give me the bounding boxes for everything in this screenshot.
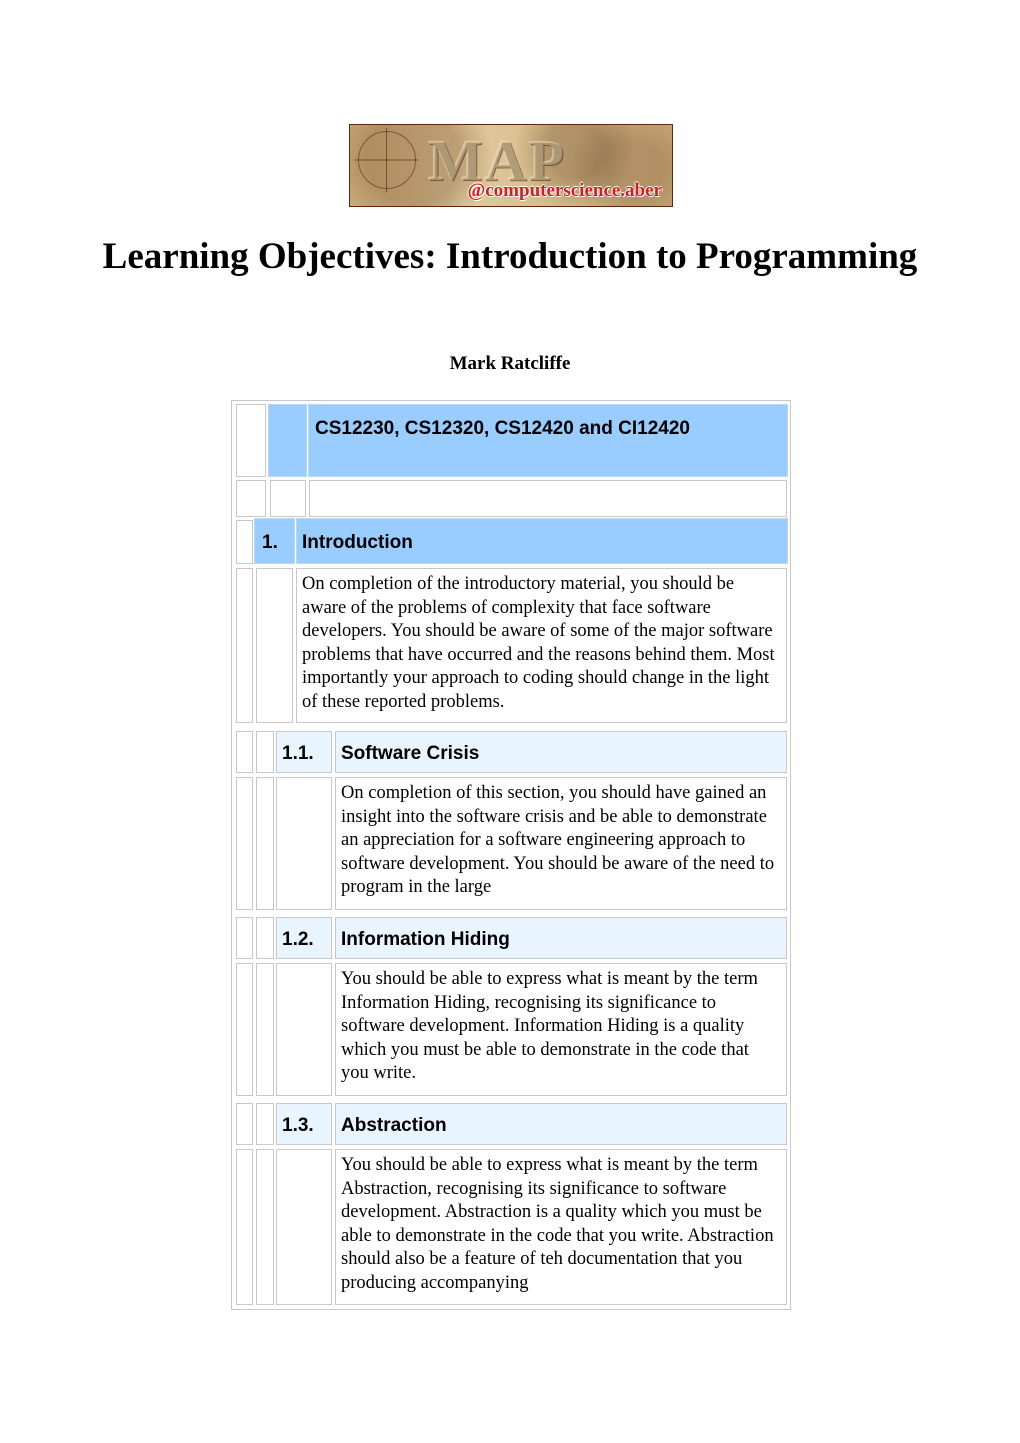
spacer-cell: [256, 731, 274, 773]
spacer-cell: [236, 404, 266, 477]
section-title: Information Hiding: [335, 917, 787, 959]
map-computerscience-banner: MAP @computerscience.aber: [349, 124, 673, 207]
spacer-cell: [268, 404, 307, 477]
section-title: Introduction: [296, 518, 788, 564]
spacer-cell: [236, 917, 253, 959]
author-name: Mark Ratcliffe: [449, 353, 571, 374]
module-codes-header: CS12230, CS12320, CS12420 and CI12420: [308, 404, 788, 477]
spacer-cell: [256, 568, 293, 723]
section-number: 1.1.: [276, 731, 332, 773]
section-title: Abstraction: [335, 1103, 787, 1145]
spacer-cell: [256, 917, 274, 959]
spacer-cell: [236, 568, 253, 723]
spacer-cell: [236, 480, 266, 517]
spacer-cell: [236, 731, 253, 773]
spacer-cell: [256, 1103, 274, 1145]
section-body: On completion of this section, you shoul…: [335, 777, 787, 910]
spacer-cell: [236, 1149, 253, 1305]
section-body: You should be able to express what is me…: [335, 963, 787, 1096]
compass-rose-icon: [358, 128, 416, 192]
spacer-cell: [236, 963, 253, 1096]
spacer-cell: [236, 777, 253, 910]
section-number: 1.2.: [276, 917, 332, 959]
section-number: 1.: [254, 518, 295, 564]
spacer-cell: [256, 1149, 274, 1305]
banner-domain-text: @computerscience.aber: [467, 180, 662, 201]
spacer-cell: [236, 520, 253, 564]
spacer-cell: [276, 963, 332, 1096]
section-body: You should be able to express what is me…: [335, 1149, 787, 1305]
spacer-cell: [270, 480, 306, 517]
spacer-cell: [256, 963, 274, 1096]
spacer-cell: [256, 777, 274, 910]
objectives-table: CS12230, CS12320, CS12420 and CI12420 1.…: [231, 400, 791, 1310]
page-title: Learning Objectives: Introduction to Pro…: [102, 236, 918, 277]
spacer-cell: [276, 777, 332, 910]
section-title: Software Crisis: [335, 731, 787, 773]
spacer-cell: [276, 1149, 332, 1305]
spacer-cell: [309, 480, 787, 517]
section-number: 1.3.: [276, 1103, 332, 1145]
section-body: On completion of the introductory materi…: [296, 568, 787, 723]
spacer-cell: [236, 1103, 253, 1145]
